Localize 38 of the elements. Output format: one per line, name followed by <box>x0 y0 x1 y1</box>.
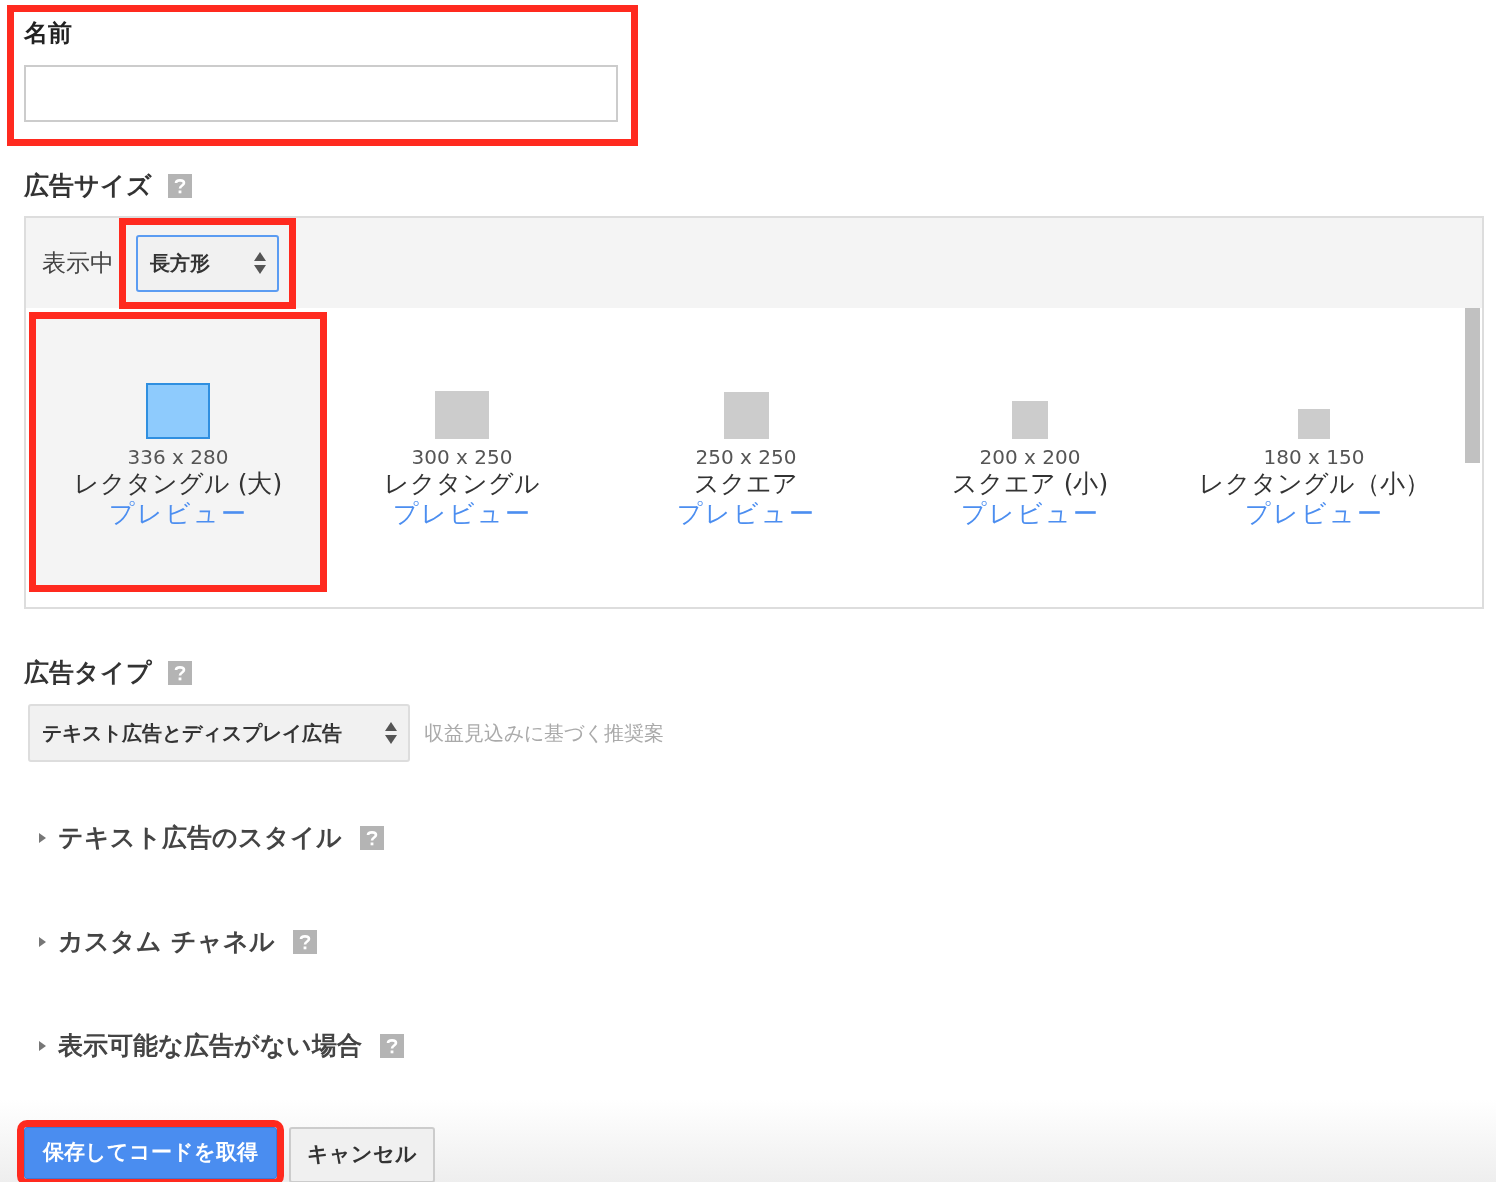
size-name: レクタングル <box>384 469 540 499</box>
size-thumbnail <box>723 392 769 439</box>
caret-icon[interactable] <box>36 936 48 948</box>
size-dimensions: 336 x 280 <box>127 445 229 469</box>
hint-text: 収益見込みに基づく推奨案 <box>424 720 664 747</box>
size-thumbnail <box>146 383 210 439</box>
name-input[interactable] <box>24 65 618 122</box>
section-heading: 広告タイプ <box>24 657 152 689</box>
size-thumbnail <box>435 391 489 439</box>
size-name: レクタングル（小） <box>1198 469 1430 499</box>
size-name: スクエア <box>694 469 798 499</box>
caret-icon[interactable] <box>36 1040 48 1052</box>
size-thumbnail <box>1012 401 1048 439</box>
help-icon[interactable] <box>168 660 192 685</box>
field-label: 名前 <box>24 18 73 49</box>
size-dimensions: 250 x 250 <box>695 445 797 469</box>
section-toggle[interactable]: 表示可能な広告がない場合 <box>58 1026 362 1066</box>
shape-select[interactable]: 長方形 <box>136 234 279 292</box>
size-dimensions: 200 x 200 <box>979 445 1081 469</box>
section-toggle[interactable]: カスタム チャネル <box>58 922 275 962</box>
size-dimensions: 300 x 250 <box>411 445 513 469</box>
up-down-caret-icon <box>384 721 398 745</box>
size-name: レクタングル (大) <box>73 469 283 499</box>
help-icon[interactable] <box>168 173 192 198</box>
scrollbar-thumb[interactable] <box>1465 308 1480 463</box>
size-name: スクエア (小) <box>951 469 1109 499</box>
size-dimensions: 180 x 150 <box>1263 445 1365 469</box>
section-heading: 広告サイズ <box>24 170 152 202</box>
section-toggle[interactable]: テキスト広告のスタイル <box>58 818 342 858</box>
cancel-button[interactable]: キャンセル <box>289 1127 435 1182</box>
caret-icon[interactable] <box>36 832 48 844</box>
size-thumbnail <box>1298 409 1330 439</box>
up-down-caret-icon <box>253 251 267 275</box>
help-icon[interactable] <box>380 1034 404 1058</box>
help-icon[interactable] <box>292 930 317 954</box>
ad-type-select[interactable]: テキスト広告とディスプレイ広告 <box>28 704 410 762</box>
help-icon[interactable] <box>360 826 384 850</box>
filter-label: 表示中 <box>42 248 114 279</box>
